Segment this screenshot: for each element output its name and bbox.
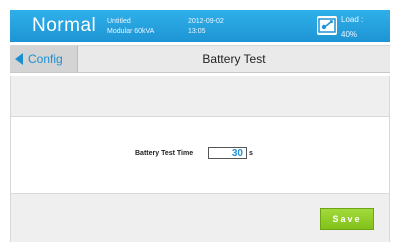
project-name: Untitled	[107, 18, 131, 25]
device-model: Modular 60kVA	[107, 28, 155, 35]
battery-test-time-label: Battery Test Time	[135, 150, 194, 157]
load-label: Load :	[341, 15, 364, 24]
load-indicator: Load : 40%	[341, 12, 363, 42]
page-title: Battery Test	[202, 52, 266, 66]
date-time: 2012-09-02 13:05	[188, 17, 224, 37]
back-button[interactable]: Config	[10, 46, 78, 72]
back-button-label: Config	[28, 52, 63, 66]
ups-diagram-icon[interactable]	[317, 16, 337, 35]
current-date: 2012-09-02	[188, 18, 224, 25]
system-status: Normal	[32, 15, 97, 36]
device-info: Untitled Modular 60kVA	[107, 17, 154, 37]
main-content: Battery Test Time s Save	[10, 76, 390, 242]
current-time: 13:05	[188, 28, 206, 35]
settings-panel: Battery Test Time s	[11, 116, 389, 194]
back-arrow-icon	[15, 53, 23, 65]
navigation-bar: Config Battery Test	[10, 45, 390, 73]
status-bar: Normal Untitled Modular 60kVA 2012-09-02…	[10, 10, 390, 42]
battery-test-time-input[interactable]	[208, 147, 247, 159]
save-button[interactable]: Save	[320, 208, 374, 230]
time-unit-label: s	[249, 150, 253, 157]
load-value: 40%	[341, 30, 358, 39]
